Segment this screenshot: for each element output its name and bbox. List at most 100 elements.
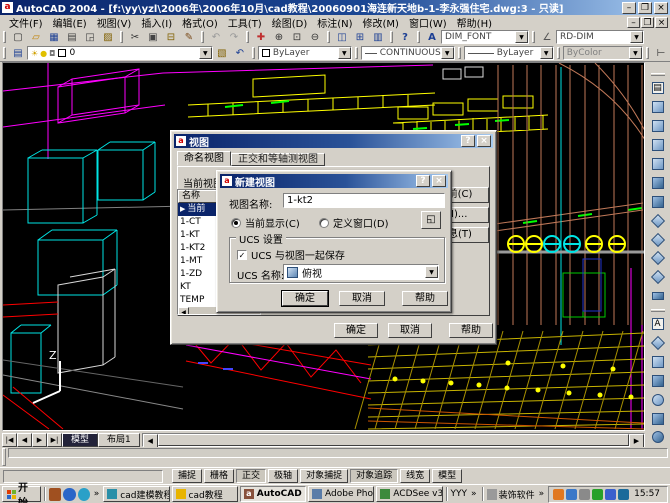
chevron-down-icon[interactable]: ▼	[515, 31, 528, 43]
tray-icon-1[interactable]	[553, 489, 564, 500]
dialog-close-icon[interactable]: ×	[432, 175, 446, 187]
toggle-osnap[interactable]: 对象捕捉	[300, 469, 348, 483]
box-surface-icon[interactable]	[648, 352, 668, 371]
mdi-minimize-button[interactable]: –	[627, 17, 640, 28]
save-ucs-checkbox[interactable]: ✓ UCS 与视图一起保存	[237, 247, 345, 262]
mdi-restore-button[interactable]: ❐	[641, 17, 654, 28]
menu-insert[interactable]: 插入(I)	[136, 15, 177, 30]
toolbar-grip[interactable]	[355, 47, 358, 59]
layer-previous-icon[interactable]: ↶	[231, 46, 249, 61]
view-dialog-titlebar[interactable]: a 视图 ? ×	[174, 134, 493, 148]
named-views-icon[interactable]: ▤	[648, 79, 668, 98]
layer-combo[interactable]: ☀ ● ◘ 0 ▼	[27, 46, 213, 60]
menu-format[interactable]: 格式(O)	[177, 15, 223, 30]
taskbar-item-photoshop[interactable]: Adobe Photo...	[308, 486, 374, 502]
save-icon[interactable]: ▦	[45, 30, 63, 45]
scroll-right-icon[interactable]: ▶	[629, 434, 644, 448]
toolbar-grip[interactable]	[120, 31, 123, 43]
scroll-left-icon[interactable]: ◀	[178, 307, 189, 315]
menu-view[interactable]: 视图(V)	[92, 15, 137, 30]
quick-launch-icon-3[interactable]	[78, 488, 90, 501]
taskbar-toolbar-decor[interactable]: 装饰软件	[499, 488, 535, 501]
text-style-icon[interactable]: A	[423, 30, 441, 45]
command-input[interactable]	[8, 448, 668, 458]
dim-style-icon[interactable]: ∠	[538, 30, 556, 45]
toggle-model-space[interactable]: 模型	[432, 469, 462, 483]
toggle-polar[interactable]: 极轴	[268, 469, 298, 483]
help-icon[interactable]: ?	[396, 30, 414, 45]
sw-isometric-view-icon[interactable]	[648, 211, 668, 230]
view-name-input[interactable]	[283, 193, 445, 208]
dialog-help-icon[interactable]: ?	[461, 135, 475, 147]
layer-color-swatch[interactable]	[58, 49, 66, 57]
toolbar-grip[interactable]	[252, 47, 255, 59]
2d-solid-icon[interactable]: A	[648, 315, 668, 334]
command-window-grip[interactable]	[2, 448, 6, 466]
layer-on-bulb-icon[interactable]: ☀	[31, 49, 38, 58]
layer-freeze-sun-icon[interactable]: ●	[40, 49, 47, 58]
view-dialog-cancel-button[interactable]: 取消	[388, 323, 432, 338]
menu-dimension[interactable]: 标注(N)	[312, 15, 357, 30]
front-view-icon[interactable]	[648, 173, 668, 192]
linetype-combo[interactable]: CONTINUOUS ▼	[361, 46, 455, 60]
open-folder-icon[interactable]: ▱	[27, 30, 45, 45]
undo-icon[interactable]: ↶	[207, 30, 225, 45]
menu-draw[interactable]: 绘图(D)	[267, 15, 313, 30]
cut-icon[interactable]: ✂	[126, 30, 144, 45]
design-center-icon[interactable]: ⊞	[351, 30, 369, 45]
paste-icon[interactable]: ⊟	[162, 30, 180, 45]
define-window-picker-button[interactable]: ◱	[421, 211, 441, 229]
new-view-ok-button[interactable]: 确定	[282, 291, 328, 306]
tab-last-icon[interactable]: ▶|	[47, 433, 62, 447]
lineweight-combo[interactable]: ByLayer ▼	[464, 46, 554, 60]
yyy-chevron-icon[interactable]: »	[469, 489, 479, 499]
mdi-close-button[interactable]: ×	[655, 17, 668, 28]
right-view-icon[interactable]	[648, 155, 668, 174]
chevron-down-icon[interactable]: ▼	[630, 31, 643, 43]
toggle-snap[interactable]: 捕捉	[172, 469, 202, 483]
tab-next-icon[interactable]: ▶	[32, 433, 47, 447]
chevron-down-icon[interactable]: ▼	[338, 47, 351, 59]
tray-icon-5[interactable]	[605, 489, 616, 500]
dim-style-combo[interactable]: RD-DIM ▼	[556, 30, 644, 44]
zoom-realtime-icon[interactable]: ⊕	[270, 30, 288, 45]
tab-model[interactable]: 模型	[62, 433, 98, 447]
new-file-icon[interactable]: ▢	[9, 30, 27, 45]
toolbar-grip[interactable]	[390, 31, 393, 43]
ucs-name-combo[interactable]: 俯视 ▼	[283, 264, 439, 280]
toggle-ortho[interactable]: 正交	[236, 469, 266, 483]
chevron-down-icon[interactable]: ▼	[441, 47, 454, 59]
print-preview-icon[interactable]: ◲	[81, 30, 99, 45]
view-dialog-ok-button[interactable]: 确定	[334, 323, 378, 338]
menu-help[interactable]: 帮助(H)	[452, 15, 497, 30]
taskbar-item-cad-modeling-tutorial[interactable]: cad建模教程...	[103, 486, 169, 502]
toolbar-grip[interactable]	[651, 73, 665, 76]
taskbar-item-autocad[interactable]: a AutoCAD 200...	[240, 486, 306, 502]
toolbar-grip[interactable]	[532, 31, 535, 43]
redo-icon[interactable]: ↷	[225, 30, 243, 45]
se-isometric-view-icon[interactable]	[648, 230, 668, 249]
toolbar-grip[interactable]	[651, 309, 665, 312]
taskbar-item-acdsee[interactable]: ACDSee v3.1...	[376, 486, 442, 502]
toolbar-grip[interactable]	[3, 47, 6, 59]
tray-icon-6[interactable]	[618, 489, 629, 500]
dialog-help-icon[interactable]: ?	[416, 175, 430, 187]
chevron-down-icon[interactable]: ▼	[540, 47, 553, 59]
toolbar-grip[interactable]	[557, 47, 560, 59]
menu-tools[interactable]: 工具(T)	[223, 15, 267, 30]
scroll-left-icon[interactable]: ◀	[143, 434, 158, 448]
menu-file[interactable]: 文件(F)	[4, 15, 48, 30]
minimize-button[interactable]: –	[622, 2, 636, 14]
zoom-previous-icon[interactable]: ⊖	[306, 30, 324, 45]
tray-icon-2[interactable]	[566, 489, 577, 500]
tab-orthographic-views[interactable]: 正交和等轴测视图	[231, 153, 325, 166]
toggle-grid[interactable]: 栅格	[204, 469, 234, 483]
linear-dimension-icon[interactable]: ⊢	[652, 46, 670, 61]
tab-prev-icon[interactable]: ◀	[17, 433, 32, 447]
toggle-lineweight[interactable]: 线宽	[400, 469, 430, 483]
tab-named-views[interactable]: 命名视图	[177, 151, 231, 166]
copy-icon[interactable]: ▣	[144, 30, 162, 45]
wedge-surface-icon[interactable]	[648, 371, 668, 390]
tab-first-icon[interactable]: |◀	[2, 433, 17, 447]
new-view-help-button[interactable]: 帮助	[402, 291, 448, 306]
